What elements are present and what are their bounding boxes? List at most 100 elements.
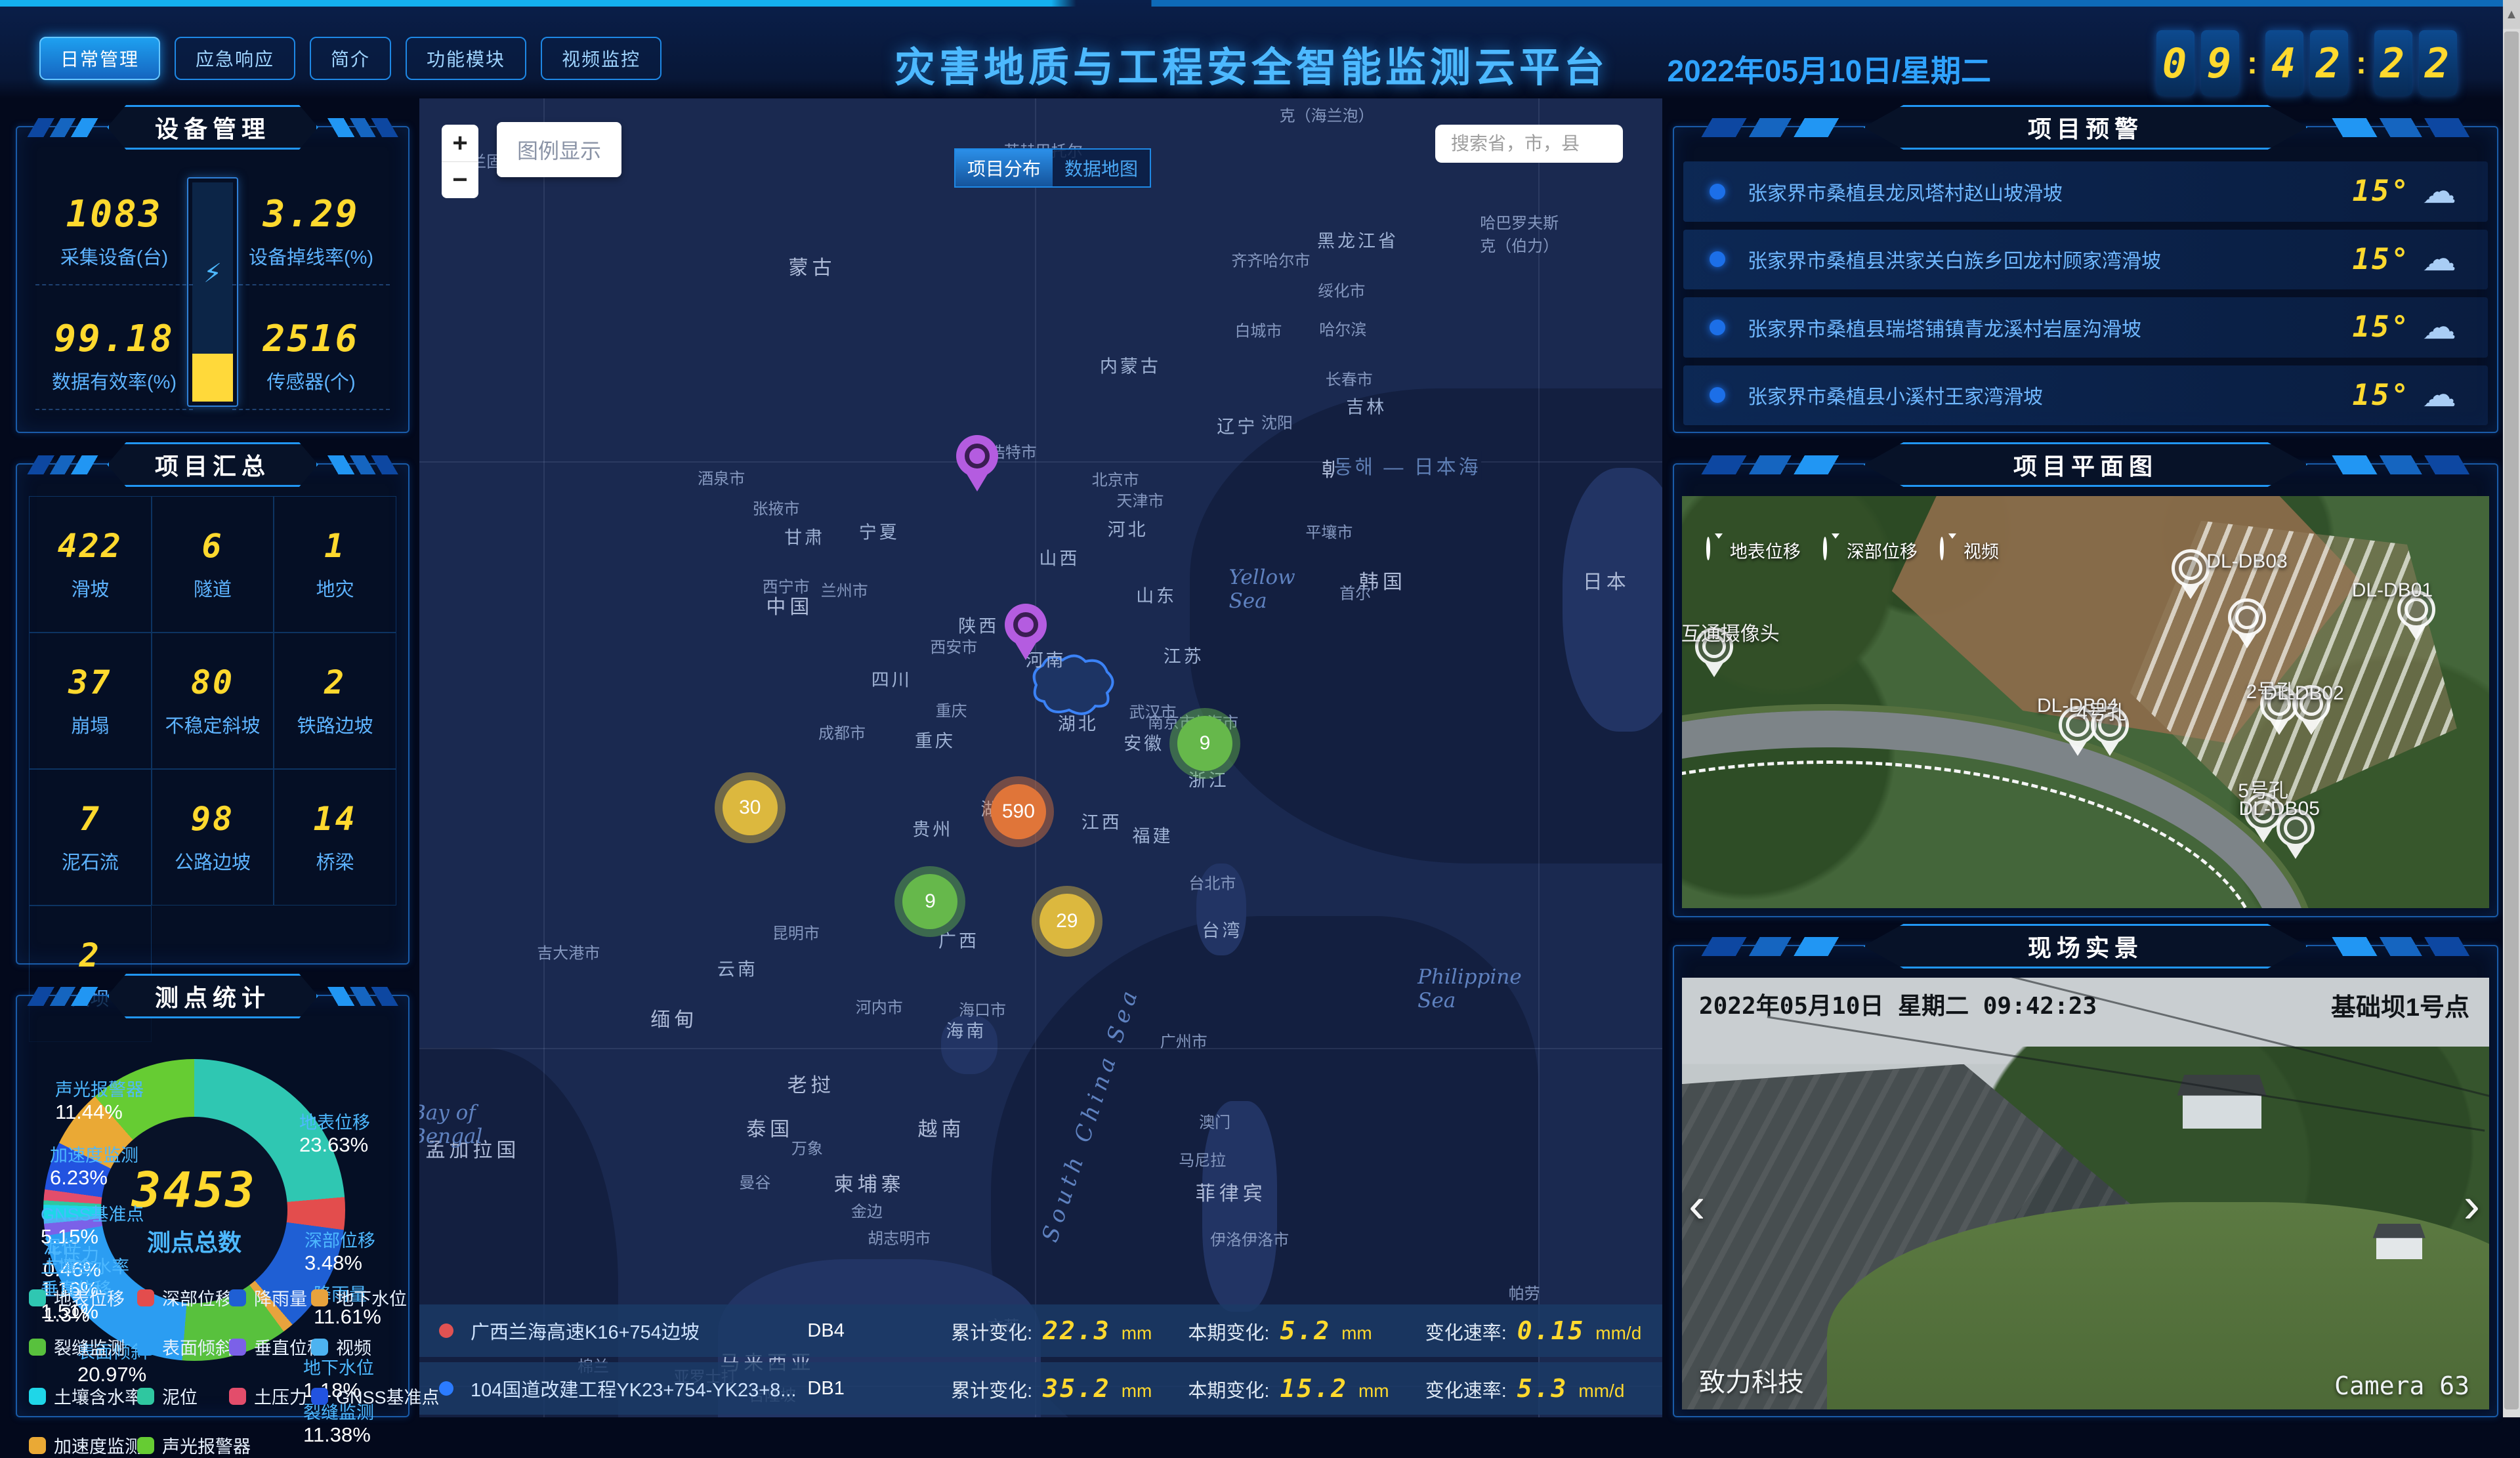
legend-item-裂缝监测: 裂缝监测 <box>29 1334 137 1360</box>
camera-brand-watermark: 致力科技 <box>1699 1361 1804 1399</box>
warning-dot <box>1710 184 1725 199</box>
map-place-label: Yellow Sea <box>1229 566 1295 613</box>
map-mode-tabs: 项目分布数据地图 <box>954 148 1151 188</box>
camera-next-button[interactable]: › <box>2464 1177 2480 1234</box>
map-place-label: Philippine Sea <box>1418 965 1521 1012</box>
cell-value: 1 <box>324 527 346 565</box>
pin-icon <box>1706 539 1723 561</box>
map-tab-数据地图[interactable]: 数据地图 <box>1053 150 1150 186</box>
map-place-label: 重庆 <box>936 698 967 720</box>
cloud-icon: ☁ <box>2422 375 2456 415</box>
map-tab-项目分布[interactable]: 项目分布 <box>956 150 1053 186</box>
stat-label: 传感器(个) <box>232 367 390 410</box>
points-total: 3453 <box>132 1162 257 1218</box>
map-cluster-marker[interactable]: 590 <box>991 784 1046 839</box>
map-place-label: 酒泉市 <box>698 465 745 488</box>
warning-list: 张家界市桑植县龙凤塔村赵山坡滑坡 15° ☁ 张家界市桑植县洪家关白族乡回龙村顾… <box>1683 161 2488 425</box>
legend-swatch <box>229 1289 246 1306</box>
map-legend-toggle-button[interactable]: 图例显示 <box>497 122 621 177</box>
legend-swatch <box>137 1289 154 1306</box>
map-place-label: 澳门 <box>1199 1109 1230 1132</box>
nav-button-应急响应[interactable]: 应急响应 <box>175 37 295 80</box>
clock-colon: : <box>2247 45 2258 81</box>
row-project-name: 广西兰海高速K16+754边坡 <box>471 1317 807 1344</box>
warning-name: 张家界市桑植县洪家关白族乡回龙村顾家湾滑坡 <box>1748 245 2353 274</box>
map-place-label: 安徽 <box>1124 729 1164 755</box>
map-place-label: 河内市 <box>856 994 903 1017</box>
map-canvas[interactable]: 乌兰固木苏赫巴托尔克（海兰泡）哈巴罗夫斯 克（伯力）蒙古黑龙江省齐齐哈尔市绥化市… <box>419 98 1662 1417</box>
plan-marker-label: DL-DB01 <box>2352 579 2433 602</box>
map-data-row[interactable]: 广西兰海高速K16+754边坡 DB4 累计变化:22.3mm 本期变化:5.2… <box>419 1304 1662 1357</box>
cell-value: 14 <box>314 800 357 838</box>
scrollbar-thumb[interactable] <box>2504 31 2519 1409</box>
warning-row[interactable]: 张家界市桑植县小溪村王家湾滑坡 15° ☁ <box>1683 365 2488 426</box>
scrollbar-up-icon[interactable]: ▲ <box>2503 0 2520 29</box>
nav-button-功能模块[interactable]: 功能模块 <box>406 37 526 80</box>
small-house <box>2376 1237 2422 1259</box>
cell-value: 37 <box>68 663 112 701</box>
map-place-label: 长春市 <box>1326 367 1373 390</box>
camera-prev-button[interactable]: ‹ <box>1689 1177 1705 1234</box>
clock-digit: 2 <box>2310 30 2348 96</box>
plan-pin-marker[interactable] <box>2228 598 2266 648</box>
map-cluster-marker[interactable]: 29 <box>1040 894 1095 949</box>
map-zoom-in-button[interactable]: + <box>442 125 478 161</box>
summary-cell: 2 铁路边坡 <box>274 633 396 769</box>
map-cluster-marker[interactable]: 30 <box>723 780 778 835</box>
nav-button-简介[interactable]: 简介 <box>310 37 391 80</box>
warning-temperature: 15° <box>2353 379 2410 412</box>
summary-cell: 37 崩塌 <box>29 633 152 769</box>
map-cluster-marker[interactable]: 9 <box>1177 716 1232 771</box>
summary-cell: 1 地灾 <box>274 496 396 633</box>
cell-label: 崩塌 <box>71 711 109 738</box>
map-place-label: 吉林 <box>1346 393 1387 419</box>
map-data-row[interactable]: 104国道改建工程YK23+754-YK23+8... DB1 累计变化:35.… <box>419 1362 1662 1415</box>
legend-swatch <box>311 1388 328 1405</box>
cell-value: 6 <box>201 527 223 565</box>
map-pin-marker[interactable] <box>956 435 998 490</box>
stat-value: 1083 <box>35 193 193 236</box>
camera-feed-image: 2022年05月10日 星期二 09:42:23 基础坝1号点 致力科技 Cam… <box>1682 978 2489 1409</box>
map-place-label: 日本 <box>1583 566 1630 594</box>
map-place-label: 天津市 <box>1117 488 1164 511</box>
summary-cell: 14 桥梁 <box>274 769 396 906</box>
map-place-label: 兰州市 <box>821 577 868 600</box>
map-place-label: 黑龙江省 <box>1317 227 1398 253</box>
battery-fill <box>192 354 233 402</box>
cell-label: 隧道 <box>194 574 232 602</box>
map-place-label: 中国 <box>766 591 813 619</box>
camera-timestamp: 2022年05月10日 星期二 09:42:23 <box>1699 987 2097 1021</box>
points-legend: 地表位移深部位移降雨量地下水位裂缝监测表面倾斜垂直位移视频土壤含水率泥位土压力G… <box>29 1285 406 1458</box>
warning-row[interactable]: 张家界市桑植县瑞塔铺镇青龙溪村岩屋沟滑坡 15° ☁ <box>1683 297 2488 358</box>
map-search-input[interactable] <box>1435 125 1623 163</box>
nav-button-视频监控[interactable]: 视频监控 <box>541 37 662 80</box>
map-place-label: 辽宁 <box>1217 413 1257 438</box>
map-place-label: 云南 <box>717 955 758 980</box>
legend-swatch <box>137 1437 154 1454</box>
legend-item-泥位: 泥位 <box>137 1383 229 1409</box>
row-station: DB1 <box>807 1378 951 1400</box>
map-place-label: 山西 <box>1039 545 1080 570</box>
map-place-label: 江苏 <box>1164 642 1204 668</box>
site-plan-image[interactable]: 地表位移深部位移视频 DL-DB03DL-DB01互通摄像头DL-DB044号孔… <box>1682 496 2489 908</box>
legend-item-GNSS基准点: GNSS基准点 <box>311 1383 440 1409</box>
stat-label: 数据有效率(%) <box>35 367 193 410</box>
page-scrollbar[interactable]: ▲ <box>2503 0 2520 1417</box>
warning-row[interactable]: 张家界市桑植县龙凤塔村赵山坡滑坡 15° ☁ <box>1683 161 2488 222</box>
cell-label: 不稳定斜坡 <box>165 711 260 738</box>
house <box>2183 1094 2261 1129</box>
warning-row[interactable]: 张家界市桑植县洪家关白族乡回龙村顾家湾滑坡 15° ☁ <box>1683 230 2488 290</box>
map-pin-marker[interactable] <box>1005 604 1047 659</box>
map-cluster-marker[interactable]: 9 <box>902 874 957 929</box>
nav-button-日常管理[interactable]: 日常管理 <box>39 37 160 80</box>
warning-name: 张家界市桑植县小溪村王家湾滑坡 <box>1748 381 2353 409</box>
plan-pin-marker[interactable] <box>2172 549 2210 599</box>
page-title: 灾害地质与工程安全智能监测云平台 <box>894 34 1608 93</box>
map-place-label: 陕西 <box>958 612 999 637</box>
warning-dot <box>1710 320 1725 335</box>
top-header: 日常管理应急响应简介功能模块视频监控 灾害地质与工程安全智能监测云平台 2022… <box>0 0 2503 98</box>
map-place-label: 成都市 <box>818 720 866 743</box>
panel-title-summary: 项目汇总 <box>107 442 318 487</box>
map-zoom-out-button[interactable]: − <box>442 161 478 198</box>
plan-marker-label: DL-DB02 <box>2263 682 2343 705</box>
